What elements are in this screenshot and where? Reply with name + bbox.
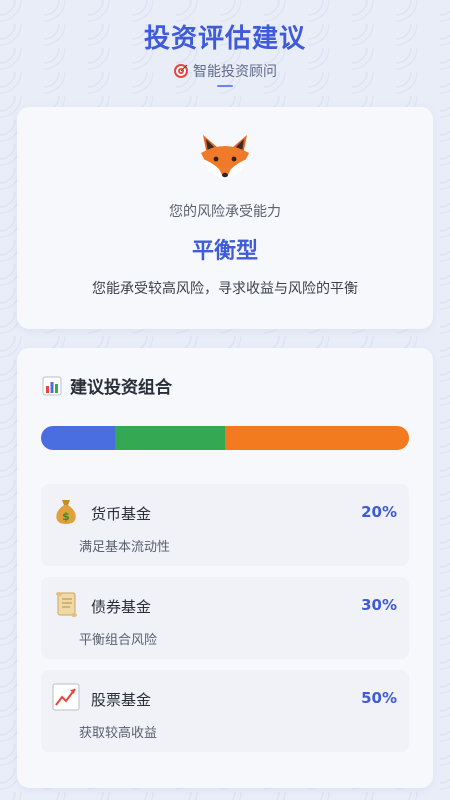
svg-text:$: $ xyxy=(62,510,70,523)
fund-item-stock[interactable]: 股票基金 50% 获取较高收益 xyxy=(41,670,409,752)
fund-item-money[interactable]: $ 货币基金 20% 满足基本流动性 xyxy=(41,484,409,566)
subtitle-text: 智能投资顾问 xyxy=(193,64,277,80)
page-header: 投资评估建议 智能投资顾问 xyxy=(0,18,450,87)
portfolio-card: 建议投资组合 $ 货币基金 20% 满足基本流动性 债券基金 30% 平衡组合风… xyxy=(17,348,433,788)
page-subtitle: 智能投资顾问 xyxy=(0,61,450,81)
fund-name: 债券基金 xyxy=(91,598,152,616)
fund-name: 股票基金 xyxy=(91,691,152,709)
fund-description: 获取较高收益 xyxy=(79,726,158,741)
page-title: 投资评估建议 xyxy=(143,24,306,54)
risk-tolerance-label: 您的风险承受能力 xyxy=(169,204,281,220)
fund-percent: 30% xyxy=(361,596,397,614)
target-icon xyxy=(174,64,188,78)
scroll-icon xyxy=(56,592,77,617)
fund-item-bond[interactable]: 债券基金 30% 平衡组合风险 xyxy=(41,577,409,659)
risk-type: 平衡型 xyxy=(191,239,258,264)
portfolio-title: 建议投资组合 xyxy=(42,373,172,398)
bar-chart-icon xyxy=(42,376,62,395)
allocation-segment-bond xyxy=(114,426,225,450)
fund-description: 平衡组合风险 xyxy=(79,633,158,648)
allocation-segment-stock xyxy=(224,426,409,450)
allocation-bar xyxy=(41,426,409,450)
fund-description: 满足基本流动性 xyxy=(79,540,171,555)
money-bag-icon: $ xyxy=(56,500,76,524)
fox-icon xyxy=(201,135,249,181)
trend-chart-icon xyxy=(52,683,80,711)
fund-percent: 20% xyxy=(361,503,397,521)
allocation-segment-money xyxy=(41,426,115,450)
risk-profile-card: 您的风险承受能力 平衡型 您能承受较高风险，寻求收益与风险的平衡 xyxy=(17,107,433,329)
fund-name: 货币基金 xyxy=(91,505,152,523)
fund-percent: 50% xyxy=(361,689,397,707)
subtitle-underline xyxy=(217,85,233,87)
risk-description: 您能承受较高风险，寻求收益与风险的平衡 xyxy=(92,281,358,297)
portfolio-title-text: 建议投资组合 xyxy=(70,378,172,398)
